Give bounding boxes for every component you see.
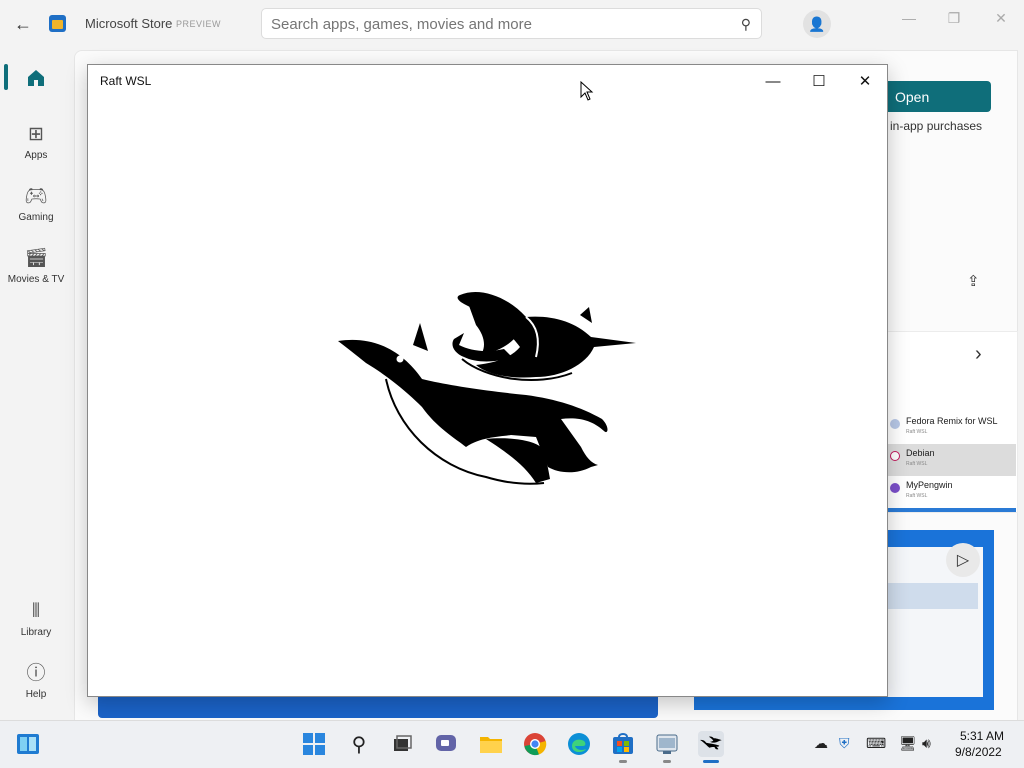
raft-minimize-button[interactable]: — — [750, 65, 796, 97]
search-input[interactable] — [271, 16, 711, 33]
widgets-icon[interactable] — [15, 731, 41, 757]
store-taskbar-icon[interactable] — [610, 731, 636, 757]
library-icon: ⫴ — [32, 600, 40, 622]
nav-help-label: Help — [25, 688, 47, 700]
search-box[interactable]: ⚲ — [261, 8, 762, 39]
pengwin-icon — [890, 483, 900, 493]
related-item-title: Fedora Remix for WSL — [906, 416, 998, 426]
raft-close-button[interactable]: ✕ — [842, 65, 888, 97]
file-explorer-icon[interactable] — [478, 731, 504, 757]
related-item-title: Debian — [906, 448, 935, 458]
home-icon — [28, 70, 44, 86]
debian-icon — [890, 451, 900, 461]
store-minimize-button[interactable]: — — [889, 6, 929, 30]
store-logo-icon — [49, 15, 66, 32]
raft-window-title: Raft WSL — [100, 74, 152, 88]
related-item[interactable]: Fedora Remix for WSL Raft WSL — [886, 412, 1016, 444]
play-button[interactable]: ▷ — [946, 543, 980, 577]
share-icon[interactable]: ⇪ — [967, 272, 980, 290]
active-app-indicator — [703, 760, 719, 763]
nav-apps-label: Apps — [24, 149, 48, 161]
nav-library-label: Library — [20, 626, 52, 638]
security-icon[interactable]: ⛨ — [839, 735, 850, 752]
penguin-logo-icon — [338, 291, 636, 485]
start-icon[interactable] — [301, 731, 327, 757]
app-title: Microsoft Store — [85, 16, 173, 31]
raft-maximize-button[interactable]: ☐ — [796, 65, 842, 97]
fedora-icon — [890, 419, 900, 429]
store-maximize-button[interactable]: ❐ — [934, 6, 974, 30]
teams-chat-icon[interactable] — [433, 731, 459, 757]
gaming-icon: 🎮︎ — [23, 185, 49, 207]
edge-icon[interactable] — [566, 731, 592, 757]
nav-movies[interactable]: 🎬︎ Movies & TV — [0, 238, 72, 294]
keyboard-icon[interactable]: ⌨ — [866, 735, 886, 752]
account-icon[interactable]: 👤 — [803, 10, 831, 38]
search-icon[interactable]: ⚲ — [741, 16, 751, 33]
raft-wsl-taskbar-icon[interactable] — [698, 731, 724, 757]
chevron-right-icon[interactable]: › — [975, 343, 982, 366]
search-taskbar-icon[interactable]: ⚲ — [346, 731, 372, 757]
running-indicator — [663, 760, 671, 763]
nav-gaming[interactable]: 🎮︎ Gaming — [0, 176, 72, 232]
task-view-icon[interactable] — [389, 731, 415, 757]
related-item[interactable]: MyPengwin Raft WSL — [886, 476, 1016, 508]
related-item-sub: Raft WSL — [906, 429, 928, 435]
clock-time[interactable]: 5:31 AM — [960, 729, 1004, 743]
store-close-button[interactable]: ✕ — [981, 6, 1021, 30]
onedrive-icon[interactable]: ☁ — [814, 735, 828, 752]
terminal-icon[interactable] — [654, 731, 680, 757]
nav-movies-label: Movies & TV — [7, 273, 65, 285]
divider — [886, 508, 1016, 512]
open-button[interactable]: Open — [880, 81, 991, 112]
in-app-purchases-text: in-app purchases — [890, 119, 983, 133]
related-item-title: MyPengwin — [906, 480, 953, 490]
movies-icon: 🎬︎ — [23, 247, 49, 269]
nav-apps[interactable]: ⊞ Apps — [0, 114, 72, 170]
back-button[interactable]: ← — [10, 12, 36, 36]
related-item-sub: Raft WSL — [906, 493, 928, 499]
network-icon[interactable]: 🖥︎ — [899, 735, 917, 752]
nav-home[interactable] — [0, 50, 72, 106]
chrome-icon[interactable] — [522, 731, 548, 757]
mouse-cursor-icon — [580, 80, 594, 101]
screenshot-strip — [98, 696, 658, 718]
nav-library[interactable]: ⫴ Library — [0, 591, 72, 647]
clock-date[interactable]: 9/8/2022 — [955, 745, 1002, 759]
help-icon: ⓘ — [26, 662, 46, 684]
related-item[interactable]: Debian Raft WSL — [886, 444, 1016, 476]
related-item-sub: Raft WSL — [906, 461, 928, 467]
nav-help[interactable]: ⓘ Help — [0, 653, 72, 709]
nav-gaming-label: Gaming — [18, 211, 54, 223]
raft-window: Raft WSL — ☐ ✕ — [87, 64, 888, 697]
preview-badge: PREVIEW — [176, 19, 222, 29]
running-indicator — [619, 760, 627, 763]
volume-icon[interactable]: 🔊︎ — [922, 735, 931, 752]
video-preview-toolbar — [886, 583, 978, 609]
apps-icon: ⊞ — [28, 123, 44, 145]
